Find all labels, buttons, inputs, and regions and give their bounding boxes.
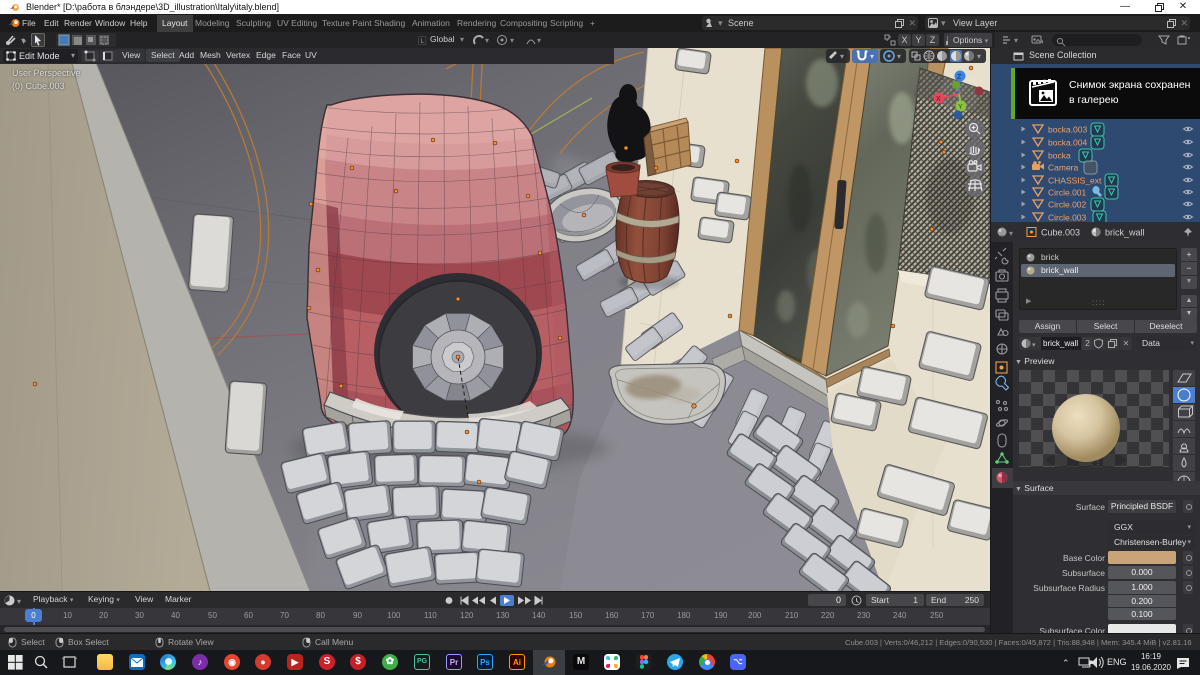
svg-text:▾: ▾ xyxy=(1032,342,1036,349)
svg-text:▾: ▾ xyxy=(17,597,21,606)
svg-text:brick_wall: brick_wall xyxy=(1105,228,1145,238)
svg-text:bocka.004: bocka.004 xyxy=(1048,138,1087,148)
svg-text:bocka.003: bocka.003 xyxy=(1048,125,1087,135)
svg-text:▾: ▾ xyxy=(485,36,489,45)
svg-text:Z: Z xyxy=(957,74,962,81)
svg-text:▾: ▾ xyxy=(870,52,874,61)
svg-text:CHASSIS_ext: CHASSIS_ext xyxy=(1048,176,1102,186)
svg-text:⋮⋮: ⋮⋮ xyxy=(1089,460,1101,466)
svg-text:X: X xyxy=(936,96,941,103)
svg-text:▾: ▾ xyxy=(977,52,981,61)
svg-text:▾: ▾ xyxy=(21,36,25,45)
svg-text:▾: ▾ xyxy=(1014,36,1018,45)
svg-text:Camera: Camera xyxy=(1048,163,1079,173)
svg-text:Cube.003: Cube.003 xyxy=(1041,228,1080,238)
svg-text:bocka: bocka xyxy=(1048,151,1071,161)
svg-text:▾: ▾ xyxy=(897,52,901,61)
svg-text:Circle.001: Circle.001 xyxy=(1048,188,1087,198)
svg-text:▾: ▾ xyxy=(1009,229,1013,238)
svg-text:Y: Y xyxy=(958,104,963,111)
svg-text:▾: ▾ xyxy=(510,36,514,45)
svg-text:Circle.003: Circle.003 xyxy=(1048,213,1087,223)
svg-text:▾: ▾ xyxy=(537,36,541,45)
svg-text:Circle.002: Circle.002 xyxy=(1048,200,1087,210)
svg-text:▾: ▾ xyxy=(1041,39,1043,45)
svg-text:▾: ▾ xyxy=(840,52,844,61)
